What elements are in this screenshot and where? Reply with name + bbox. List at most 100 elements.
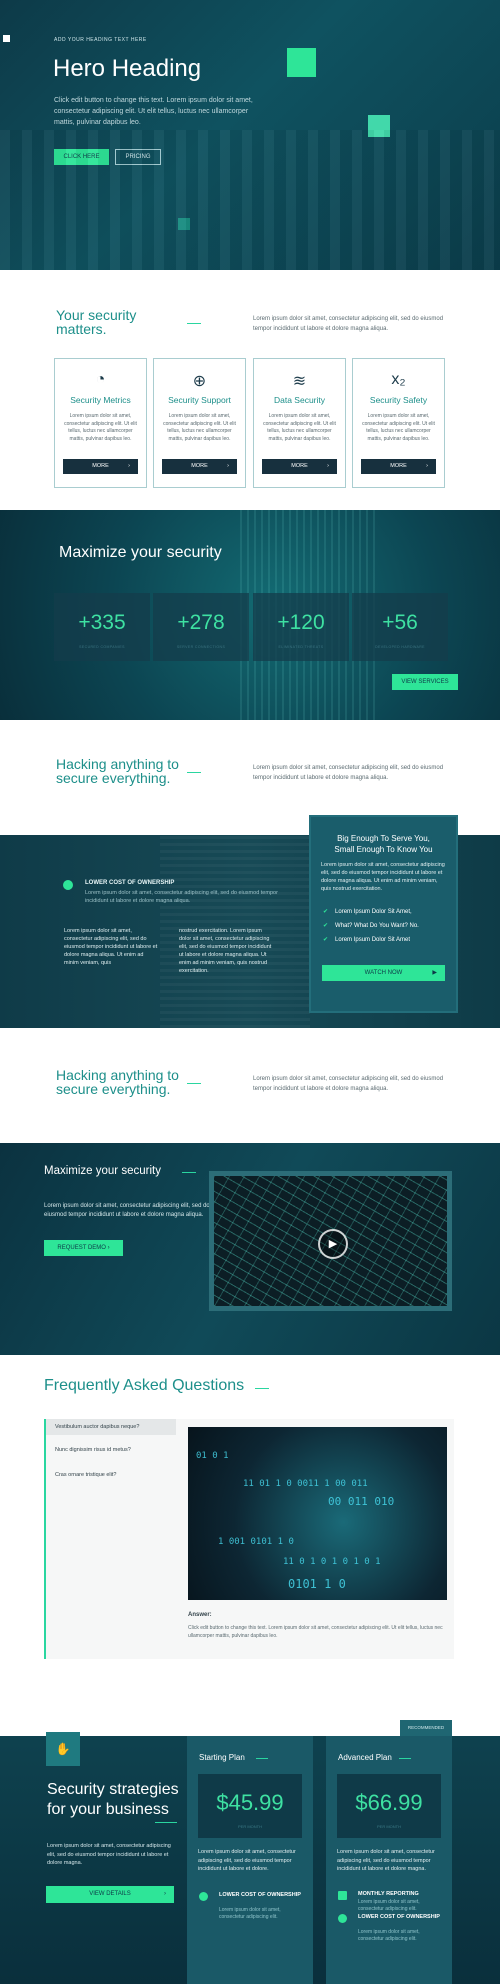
corner-marker [3,35,10,42]
feature-text: Lorem ipsum dolor sit amet, consectetur … [358,1899,420,1912]
text-column: nostrud exercitation. Lorem ipsum dolor … [179,928,272,974]
view-details-button[interactable]: VIEW DETAILS › [46,1886,174,1903]
feature-title: LOWER COST OF OWNERSHIP [219,1892,301,1898]
click-here-button[interactable]: CLICK HERE [54,149,109,165]
section-text: Lorem ipsum dolor sit amet, consectetur … [253,316,444,332]
more-button[interactable]: MORE › [361,459,436,474]
card-title: Data Security [273,395,326,405]
chevron-right-icon: › [107,1245,110,1251]
faq-question[interactable]: Vestibulum auctor dapibus neque? [46,1419,176,1435]
chevron-right-icon: › [164,1891,166,1897]
decor-square [287,48,316,77]
price-box: $45.99 PER MONTH [198,1774,302,1838]
pricing-section: ✋ Security strategies for your business … [0,1690,500,1984]
stat-label: SECURED COMPANIES [79,645,125,649]
title-dash [182,1172,196,1173]
gear-icon [199,1892,208,1901]
handshake-icon: ✋ [46,1732,80,1766]
card-text: Lorem ipsum dolor sit amet, consectetur … [163,413,236,442]
stat-card: +278 SERVER CONNECTIONS [153,593,249,661]
faq-question[interactable]: Nunc dignissim risus id metus? [55,1447,131,1453]
video-player[interactable]: ▶ [209,1171,452,1311]
card-text: Lorem ipsum dolor sit amet, consectetur … [362,413,435,442]
section-text: Lorem ipsum dolor sit amet, consectetur … [253,765,444,781]
faq-accent-line [44,1419,46,1659]
faq-section: Frequently Asked Questions Vestibulum au… [0,1355,500,1690]
decor-square [368,115,390,137]
card-text: Lorem ipsum dolor sit amet, consectetur … [64,413,137,442]
title-dash [187,772,201,773]
plan-card-starting[interactable]: Starting Plan $45.99 PER MONTH Lorem ips… [187,1736,313,1984]
feature-title: LOWER COST OF OWNERSHIP [358,1914,440,1920]
feature-title: MONTHLY REPORTING [358,1891,419,1897]
feature-title: LOWER COST OF OWNERSHIP [85,880,175,886]
decor-square [178,218,190,230]
chevron-right-icon: › [327,463,329,469]
hero-title: Hero Heading [53,55,202,82]
plan-price: $45.99 [216,1790,284,1815]
list-item: ✔ What? What Do You Want? No. [323,923,419,929]
pricing-title: Security strategies for your business [47,1781,179,1818]
chevron-right-icon: › [426,463,428,469]
list-item: ✔ Lorem Ipsum Dolor Sit Amet, [323,909,412,915]
info-panel: Big Enough To Serve You, Small Enough To… [309,815,458,1013]
stat-card: +56 DEVELOPED HARDWARE [352,593,448,661]
card-security-safety: x₂ Security Safety Lorem ipsum dolor sit… [352,358,445,488]
view-services-button[interactable]: VIEW SERVICES [392,674,458,690]
chevron-right-icon: › [227,463,229,469]
more-button[interactable]: MORE › [63,459,138,474]
section-title: Your security matters. [56,307,137,337]
video-section: Maximize your security Lorem ipsum dolor… [0,1143,500,1355]
report-icon [338,1891,347,1900]
stat-value: +56 [382,611,418,634]
card-title: Security Support [168,395,231,405]
more-button[interactable]: MORE › [162,459,237,474]
stat-label: SERVER CONNECTIONS [176,645,226,649]
check-icon: ✔ [323,909,329,915]
plan-text: Lorem ipsum dolor sit amet, consectetur … [198,1849,296,1872]
stat-value: +278 [177,611,225,634]
faq-question[interactable]: Cras ornare tristique elit? [55,1472,116,1478]
panel-text: Lorem ipsum dolor sit amet, consectetur … [321,862,445,892]
title-dash [187,323,201,324]
card-security-support: ⊕ Security Support Lorem ipsum dolor sit… [153,358,246,488]
hero-text: Click edit button to change this text. L… [54,97,253,126]
gear-icon [63,880,73,890]
play-icon: ▶ [432,970,437,976]
stat-label: DEVELOPED HARDWARE [375,645,425,649]
pricing-button[interactable]: PRICING [115,149,161,165]
plan-card-advanced[interactable]: Advanced Plan $66.99 PER MONTH Lorem ips… [326,1736,452,1984]
stat-card: +335 SECURED COMPANIES [54,593,150,661]
title-dash [399,1758,411,1759]
section-title: Hacking anything to secure everything. [56,1067,179,1097]
request-demo-button[interactable]: REQUEST DEMO › [44,1240,123,1256]
hero-section: ADD YOUR HEADING TEXT HERE Hero Heading … [0,0,500,270]
pricing-text: Lorem ipsum dolor sit amet, consectetur … [47,1843,171,1866]
subscript-icon: x₂ [391,371,406,388]
more-button[interactable]: MORE › [262,459,337,474]
hacking-section-2: Hacking anything to secure everything. L… [0,1028,500,1143]
panel-title: Big Enough To Serve You, Small Enough To… [334,834,433,854]
text-column: Lorem ipsum dolor sit amet, consectetur … [64,928,158,966]
price-period: PER MONTH [377,1824,401,1829]
faq-title: Frequently Asked Questions [44,1377,245,1394]
stat-card: +120 ELIMINATED THREATS [253,593,349,661]
play-icon[interactable]: ▶ [318,1229,348,1259]
chevron-right-icon: › [128,463,130,469]
binary-code-image: 01 0 1 11 01 1 0 0011 1 00 011 00 011 01… [188,1427,447,1600]
speedometer-icon: ◔ [95,371,106,388]
check-icon: ✔ [323,937,329,943]
stack-overflow-icon: ≋ [292,373,307,390]
title-dash [155,1822,177,1823]
feature-text: Lorem ipsum dolor sit amet, consectetur … [358,1929,420,1942]
price-period: PER MONTH [238,1824,262,1829]
card-title: Security Metrics [70,395,131,405]
title-dash [256,1758,268,1759]
card-data-security: ≋ Data Security Lorem ipsum dolor sit am… [253,358,346,488]
stats-title: Maximize your security [59,544,222,561]
recommended-badge: RECOMMENDED [400,1720,452,1736]
section-text: Lorem ipsum dolor sit amet, consectetur … [253,1076,444,1092]
check-icon: ✔ [323,923,329,929]
stat-value: +335 [78,611,126,634]
watch-now-button[interactable]: WATCH NOW ▶ [322,965,445,981]
